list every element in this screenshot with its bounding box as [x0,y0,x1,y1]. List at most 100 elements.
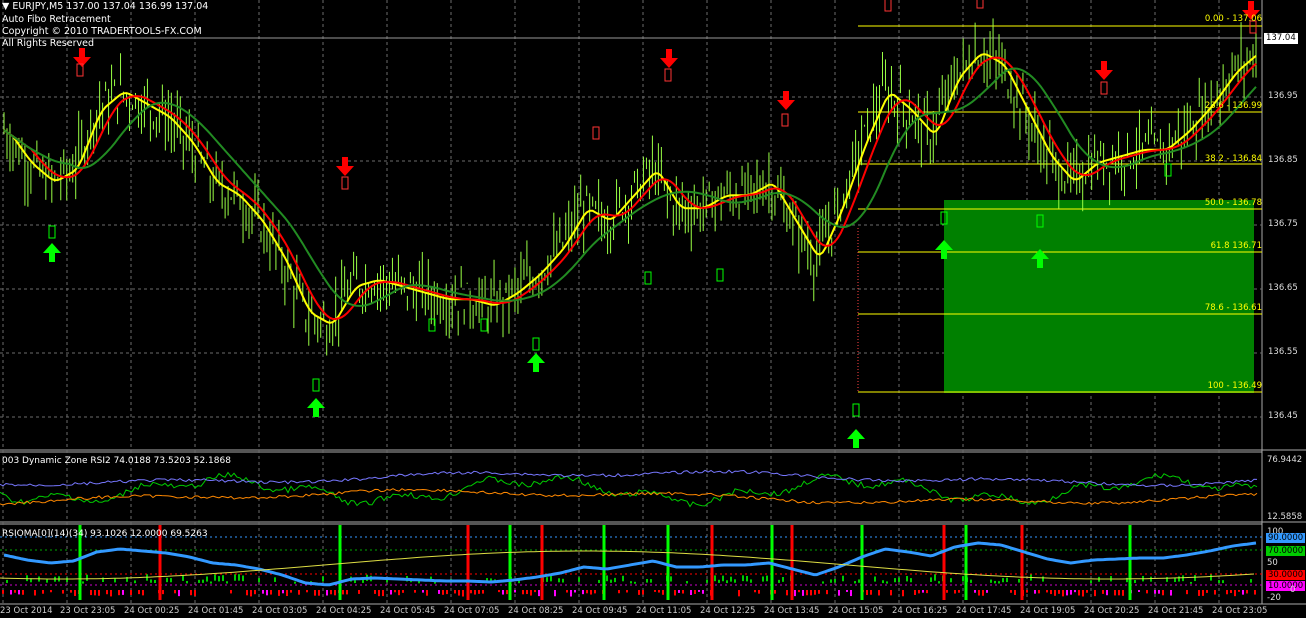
rsioma-histogram-bar [854,581,856,584]
chart-canvas[interactable] [0,0,1306,618]
rsioma-histogram-bar [42,590,44,594]
rsioma-histogram-bar [750,579,752,583]
rsioma-histogram-bar [1242,590,1244,595]
rsioma-histogram-bar [878,590,880,596]
rsioma-histogram-bar [834,578,836,583]
rsioma-histogram-bar [1182,575,1184,582]
rsioma-histogram-bar [1094,590,1096,597]
rsioma-level-70-badge: 70.0000 [1266,546,1306,556]
rsioma-histogram-bar [218,576,220,582]
rsioma-histogram-bar [442,590,444,595]
rsioma-histogram-bar [786,590,788,596]
rsioma-histogram-bar [958,590,960,593]
rsioma-histogram-bar [670,576,672,582]
rsioma-histogram-bar [866,590,868,596]
rsioma-histogram-bar [86,574,88,581]
time-label: 24 Oct 12:25 [700,606,756,616]
rsioma-histogram-bar [306,590,308,593]
time-label: 24 Oct 23:05 [1212,606,1268,616]
trading-chart-window[interactable]: ▼ EURJPY,M5 137.00 137.04 136.99 137.04 … [0,0,1306,618]
rsioma-histogram-bar [534,590,536,593]
rsioma-histogram-bar [646,579,648,583]
rsioma-histogram-bar [1026,590,1028,593]
fibo-level-label: 78.6 - 136.61 [1204,303,1262,313]
rsioma-histogram-bar [1162,590,1164,596]
rsioma-histogram-bar [210,581,212,584]
rsioma-histogram-bar [1158,590,1160,594]
rsioma-histogram-bar [358,590,360,594]
rsioma-histogram-bar [1034,590,1036,594]
buy-arrow-icon [43,243,61,262]
rsioma-level-10-badge: 10.0000 [1266,581,1306,591]
rsioma-histogram-bar [90,590,92,596]
indicator-name: Auto Fibo Retracement [2,14,111,25]
rsioma-histogram-bar [826,590,828,595]
rsioma-histogram-bar [886,581,888,584]
rsioma-histogram-bar [594,590,596,594]
rsioma-histogram-bar [762,576,764,582]
rsioma-histogram-bar [910,578,912,583]
signal-marker [716,268,724,282]
rsioma-histogram-bar [618,590,620,594]
rsioma-histogram-bar [634,581,636,584]
rsioma-histogram-bar [50,590,52,593]
signal-marker [480,318,488,332]
rsioma-histogram-bar [794,590,796,597]
rsioma-histogram-bar [446,590,448,595]
rsioma-histogram-bar [1246,590,1248,594]
rsioma-histogram-bar [1006,577,1008,583]
rsioma-histogram-bar [946,590,948,593]
rsioma-histogram-bar [1202,590,1204,596]
rsioma-histogram-bar [1082,590,1084,597]
rsioma-histogram-bar [838,590,840,596]
time-label: 24 Oct 11:05 [636,606,692,616]
time-label: 24 Oct 21:45 [1148,606,1204,616]
price-label: 136.65 [1268,283,1298,293]
rsioma-histogram-bar [458,590,460,596]
rsioma-histogram-bar [1014,590,1016,596]
signal-marker [532,337,540,351]
rsioma-histogram-bar [134,580,136,584]
rsi-scale-bottom: 12.5858 [1267,512,1303,522]
rsioma-histogram-bar [154,579,156,583]
rsioma-histogram-bar [142,590,144,596]
rsioma-histogram-bar [570,590,572,597]
rsioma-histogram-bar [62,590,64,594]
fibo-level-label: 61.8 136.71 [1210,241,1262,251]
dropdown-triangle-icon[interactable]: ▼ [2,1,9,12]
rsioma-histogram-bar [718,579,720,583]
rsi-lower-band [0,488,1258,506]
rsioma-histogram-bar [954,590,956,594]
rsioma-histogram-bar [502,590,504,595]
rsioma-histogram-bar [1062,590,1064,597]
rsioma-histogram-bar [22,590,24,595]
rsioma-histogram-bar [274,577,276,582]
rsioma-histogram-bar [1010,590,1012,593]
time-label: 24 Oct 00:25 [124,606,180,616]
rsioma-histogram-bar [18,590,20,595]
rsioma-histogram-bar [522,590,524,595]
rsioma-histogram-bar [278,590,280,596]
rsioma-histogram-bar [806,590,808,596]
rsioma-histogram-bar [934,574,936,581]
signal-marker [592,126,600,140]
rsioma-histogram-bar [662,590,664,595]
rsioma-histogram-bar [1086,590,1088,593]
rsioma-histogram-bar [682,590,684,594]
rsioma-histogram-bar [638,590,640,595]
rsioma-histogram-bar [746,575,748,582]
sell-arrow-icon [1095,61,1113,80]
rsioma-histogram-bar [734,579,736,583]
rsioma-histogram-bar [870,590,872,595]
rsioma-histogram-bar [346,590,348,595]
rsioma-histogram-bar [246,590,248,596]
rsioma-histogram-bar [530,590,532,596]
time-label: 24 Oct 01:45 [188,606,244,616]
rsioma-level-30-badge: 30.0000 [1266,570,1306,580]
rsioma-histogram-bar [1134,579,1136,583]
rsioma-histogram-bar [414,590,416,593]
rsioma-histogram-bar [698,590,700,592]
rsioma-histogram-bar [722,575,724,582]
fibo-level-label: 23.6 - 136.99 [1204,101,1262,111]
rsioma-histogram-bar [1206,590,1208,593]
